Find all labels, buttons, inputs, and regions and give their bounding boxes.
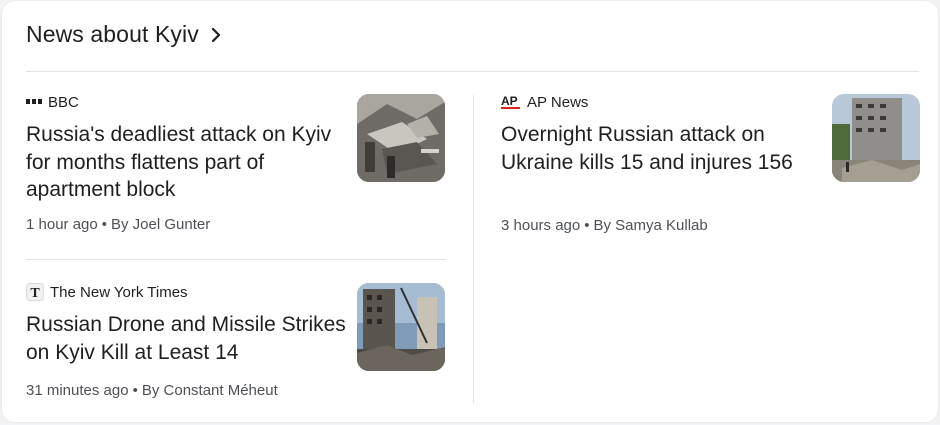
ap-logo-icon: AP bbox=[501, 94, 521, 110]
article-source: T The New York Times bbox=[26, 283, 188, 301]
article-divider bbox=[26, 259, 446, 260]
news-article-nyt[interactable]: T The New York Times Russian Drone and M… bbox=[2, 261, 462, 421]
article-author: By Samya Kullab bbox=[593, 217, 708, 234]
article-headline[interactable]: Overnight Russian attack on Ukraine kill… bbox=[501, 121, 821, 176]
article-source-name: AP News bbox=[527, 93, 589, 111]
article-source-name: The New York Times bbox=[50, 283, 188, 301]
article-meta: 31 minutes ago • By Constant Méheut bbox=[26, 382, 278, 399]
article-time: 3 hours ago bbox=[501, 217, 581, 234]
news-article-ap[interactable]: AP AP News Overnight Russian attack on U… bbox=[474, 1, 940, 259]
meta-separator: • bbox=[101, 216, 107, 233]
article-source-name: BBC bbox=[48, 93, 79, 111]
article-author: By Constant Méheut bbox=[141, 382, 278, 399]
news-article-bbc[interactable]: BBC Russia's deadliest attack on Kyiv fo… bbox=[2, 1, 462, 259]
article-meta: 3 hours ago • By Samya Kullab bbox=[501, 217, 708, 234]
svg-text:T: T bbox=[30, 286, 40, 301]
meta-separator: • bbox=[584, 217, 590, 234]
article-headline[interactable]: Russia's deadliest attack on Kyiv for mo… bbox=[26, 121, 346, 204]
article-time: 1 hour ago bbox=[26, 216, 98, 233]
meta-separator: • bbox=[132, 382, 138, 399]
article-time: 31 minutes ago bbox=[26, 382, 129, 399]
bbc-logo-icon bbox=[26, 97, 42, 107]
article-author: By Joel Gunter bbox=[111, 216, 211, 233]
article-source: BBC bbox=[26, 93, 79, 111]
article-meta: 1 hour ago • By Joel Gunter bbox=[26, 216, 210, 233]
article-source: AP AP News bbox=[501, 93, 588, 111]
article-thumbnail[interactable] bbox=[832, 94, 920, 182]
news-card: News about Kyiv BBC Russia's deadliest a… bbox=[1, 0, 939, 423]
svg-text:AP: AP bbox=[501, 94, 518, 108]
article-thumbnail[interactable] bbox=[357, 283, 445, 371]
nyt-logo-icon: T bbox=[26, 283, 44, 301]
article-thumbnail[interactable] bbox=[357, 94, 445, 182]
article-headline[interactable]: Russian Drone and Missile Strikes on Kyi… bbox=[26, 311, 346, 366]
